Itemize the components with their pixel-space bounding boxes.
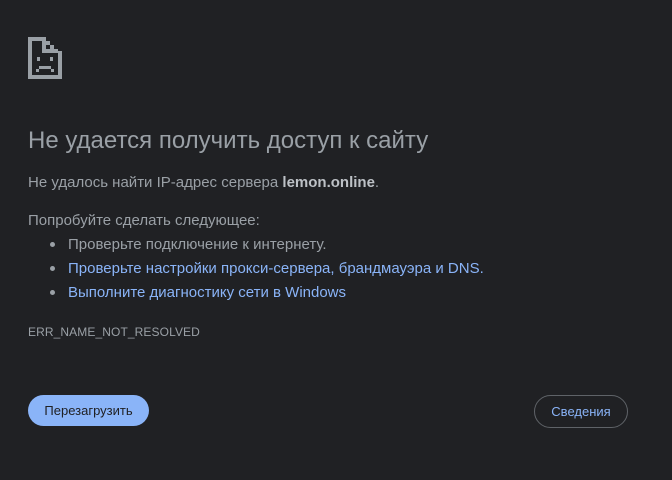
suggestion-run-diagnostics[interactable]: Выполните диагностику сети в Windows bbox=[28, 283, 484, 307]
error-page: Не удается получить доступ к сайту Не уд… bbox=[0, 0, 672, 480]
suggestion-link-proxy-settings[interactable]: Проверьте настройки прокси-сервера, бран… bbox=[68, 260, 484, 277]
reload-button[interactable]: Перезагрузить bbox=[28, 395, 149, 426]
sad-document-icon bbox=[28, 37, 62, 79]
bullet bbox=[50, 290, 55, 295]
error-detail-prefix: Не удалось найти IP-адрес сервера bbox=[28, 174, 283, 191]
error-code: ERR_NAME_NOT_RESOLVED bbox=[28, 325, 200, 339]
suggestion-check-connection: Проверьте подключение к интернету. bbox=[28, 235, 484, 259]
error-host: lemon.online bbox=[282, 174, 375, 191]
error-detail: Не удалось найти IP-адрес сервера lemon.… bbox=[28, 174, 379, 192]
details-button[interactable]: Сведения bbox=[534, 395, 628, 428]
suggestions-list: Проверьте подключение к интернету. Прове… bbox=[28, 235, 484, 307]
suggestion-link-network-diagnostics[interactable]: Выполните диагностику сети в Windows bbox=[68, 284, 346, 301]
suggestion-check-proxy[interactable]: Проверьте настройки прокси-сервера, бран… bbox=[28, 259, 484, 283]
bullet bbox=[50, 266, 55, 271]
suggestions-heading: Попробуйте сделать следующее: bbox=[28, 212, 260, 229]
bullet bbox=[50, 242, 55, 247]
error-detail-suffix: . bbox=[374, 174, 380, 191]
page-title: Не удается получить доступ к сайту bbox=[28, 127, 429, 154]
suggestion-label: Проверьте подключение к интернету. bbox=[68, 236, 327, 253]
